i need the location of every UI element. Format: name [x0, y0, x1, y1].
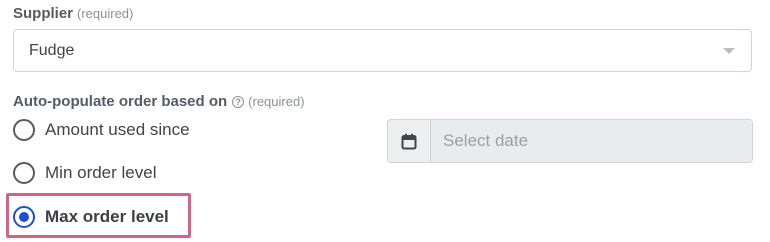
radio-label-amount-used-since: Amount used since	[45, 120, 190, 139]
date-picker-group	[387, 119, 753, 163]
supplier-required-hint: (required)	[77, 6, 134, 21]
supplier-label: Supplier (required)	[13, 5, 133, 22]
radio-button-min-order-level[interactable]	[13, 162, 35, 184]
radio-button-max-order-level[interactable]	[13, 206, 35, 228]
chevron-down-icon	[723, 48, 735, 54]
radio-option-max-order-level[interactable]: Max order level	[13, 206, 169, 228]
question-circle-icon[interactable]: ?	[232, 96, 245, 108]
calendar-icon[interactable]	[388, 120, 431, 162]
supplier-label-text: Supplier	[13, 5, 74, 22]
radio-label-max-order-level: Max order level	[45, 207, 169, 226]
supplier-select[interactable]: Fudge	[13, 29, 752, 72]
radio-option-amount-used-since[interactable]: Amount used since	[13, 119, 190, 141]
autopopulate-label-text: Auto-populate order based on	[13, 93, 228, 110]
radio-label-min-order-level: Min order level	[45, 163, 157, 182]
date-input[interactable]	[431, 120, 752, 162]
autopopulate-required-hint: (required)	[248, 94, 305, 109]
radio-button-amount-used-since[interactable]	[13, 119, 35, 141]
autopopulate-label: Auto-populate order based on? (required)	[13, 93, 305, 110]
supplier-select-value: Fudge	[29, 41, 75, 59]
radio-option-min-order-level[interactable]: Min order level	[13, 162, 157, 184]
